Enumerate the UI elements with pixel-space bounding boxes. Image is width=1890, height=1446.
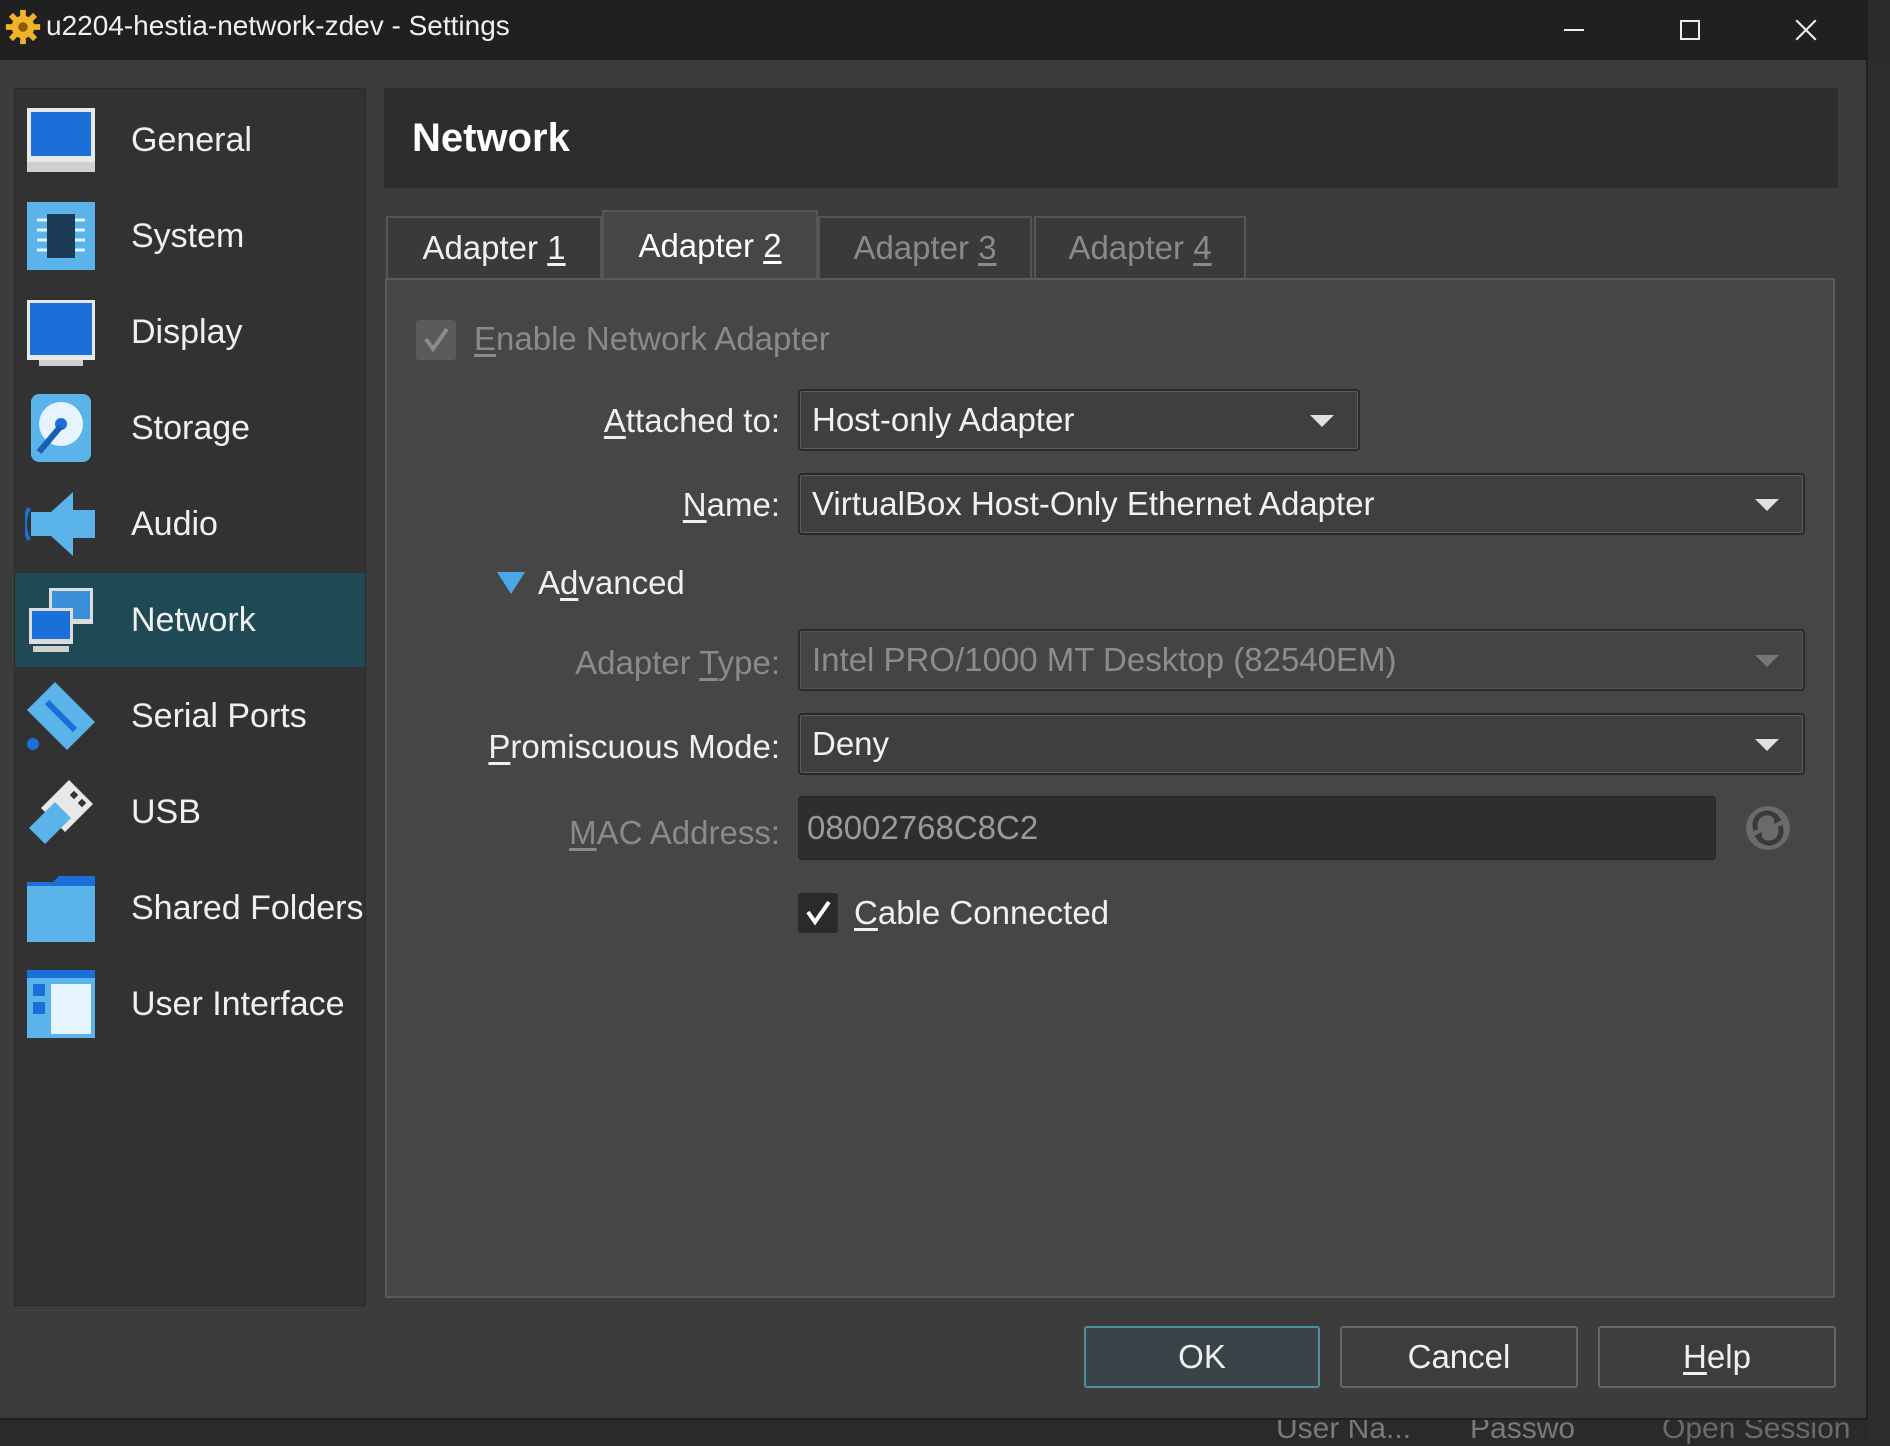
enable-adapter-checkbox[interactable]: [416, 320, 456, 360]
advanced-toggle[interactable]: Advanced: [496, 564, 685, 602]
sidebar-item-display[interactable]: Display: [15, 285, 365, 379]
sidebar-item-label: User Interface: [131, 984, 345, 1023]
chip-icon: [27, 202, 95, 270]
minimize-icon: [1564, 29, 1584, 31]
sidebar-item-serial-ports[interactable]: Serial Ports: [15, 669, 365, 763]
adapter-name-value: VirtualBox Host-Only Ethernet Adapter: [812, 485, 1375, 522]
settings-window: u2204-hestia-network-zdev - Settings Gen…: [0, 0, 1868, 1420]
chevron-down-icon: [1310, 415, 1334, 427]
disk-icon: [31, 394, 91, 462]
sidebar-item-general[interactable]: General: [15, 93, 365, 187]
adapter-type-select[interactable]: Intel PRO/1000 MT Desktop (82540EM): [798, 629, 1805, 691]
tab-label: Adapter 1: [422, 229, 566, 266]
tab-adapter-4[interactable]: Adapter 4: [1034, 216, 1246, 278]
tab-adapter-1[interactable]: Adapter 1: [386, 216, 602, 278]
close-icon: [1795, 19, 1817, 41]
checkmark-icon: [424, 327, 449, 353]
checkmark-icon: [806, 900, 831, 926]
tab-label: Adapter 2: [638, 227, 782, 264]
gear-icon: [5, 9, 41, 45]
sidebar-item-label: Serial Ports: [131, 696, 307, 735]
mac-address-label: MAC Address:: [569, 814, 780, 851]
maximize-icon: [1680, 20, 1700, 40]
settings-sidebar: General System Display Storage Audio Net…: [14, 88, 366, 1306]
sidebar-item-label: USB: [131, 792, 201, 831]
sidebar-item-label: Display: [131, 312, 243, 351]
network-icon: [29, 588, 93, 652]
promiscuous-mode-label: Promiscuous Mode:: [488, 728, 780, 765]
advanced-label: Advanced: [538, 564, 685, 601]
background-strip: User Na... Passwo Open Session: [0, 1412, 1890, 1445]
tab-label: Adapter 3: [853, 229, 997, 266]
promiscuous-mode-value: Deny: [812, 725, 890, 762]
attached-to-label: Attached to:: [603, 402, 780, 439]
refresh-icon: [1746, 806, 1790, 850]
tab-label: Adapter 4: [1068, 229, 1212, 266]
sidebar-item-user-interface[interactable]: User Interface: [15, 957, 365, 1051]
help-button[interactable]: Help: [1598, 1326, 1836, 1388]
folder-icon: [27, 876, 95, 942]
sidebar-item-label: Network: [131, 600, 256, 639]
adapter-name-select[interactable]: VirtualBox Host-Only Ethernet Adapter: [798, 473, 1805, 535]
chevron-down-icon: [1755, 655, 1779, 667]
sidebar-item-shared-folders[interactable]: Shared Folders: [15, 861, 365, 955]
adapter-type-value: Intel PRO/1000 MT Desktop (82540EM): [812, 641, 1397, 678]
chevron-down-icon: [1755, 739, 1779, 751]
adapter-type-label: Adapter Type:: [575, 644, 780, 681]
sidebar-item-label: System: [131, 216, 245, 255]
ok-button[interactable]: OK: [1084, 1326, 1320, 1388]
sidebar-item-network[interactable]: Network: [15, 573, 365, 667]
display-icon: [27, 300, 95, 366]
maximize-button[interactable]: [1632, 0, 1748, 60]
window-layout-icon: [27, 970, 95, 1038]
mac-address-input[interactable]: 08002768C8C2: [798, 796, 1716, 860]
help-button-label: Help: [1683, 1338, 1751, 1375]
triangle-down-icon: [497, 572, 525, 594]
window-title: u2204-hestia-network-zdev - Settings: [46, 10, 510, 41]
refresh-mac-button[interactable]: [1744, 804, 1792, 852]
sidebar-item-label: Audio: [131, 504, 218, 543]
minimize-button[interactable]: [1516, 0, 1632, 60]
sidebar-item-audio[interactable]: Audio: [15, 477, 365, 571]
tab-adapter-2[interactable]: Adapter 2: [602, 210, 818, 280]
cable-connected-label: Cable Connected: [854, 894, 1110, 931]
close-button[interactable]: [1748, 0, 1864, 60]
cable-connected-checkbox[interactable]: [798, 893, 838, 933]
sidebar-item-usb[interactable]: USB: [15, 765, 365, 859]
sidebar-item-label: Storage: [131, 408, 251, 447]
attached-to-value: Host-only Adapter: [812, 401, 1075, 438]
title-bar[interactable]: u2204-hestia-network-zdev - Settings: [0, 0, 1866, 60]
serial-port-icon: [27, 682, 95, 750]
name-label: Name:: [682, 486, 780, 523]
mac-address-value: 08002768C8C2: [807, 809, 1039, 846]
sidebar-item-label: Shared Folders: [131, 888, 364, 927]
sidebar-item-system[interactable]: System: [15, 189, 365, 283]
sidebar-item-label: General: [131, 120, 252, 159]
enable-adapter-label: Enable Network Adapter: [474, 320, 830, 357]
monitor-icon: [27, 108, 95, 172]
page-title: Network: [412, 116, 570, 160]
page-header: Network: [384, 88, 1838, 188]
attached-to-select[interactable]: Host-only Adapter: [798, 389, 1360, 451]
chevron-down-icon: [1755, 499, 1779, 511]
usb-icon: [29, 780, 93, 844]
sidebar-item-storage[interactable]: Storage: [15, 381, 365, 475]
background-scrollbar: [1868, 60, 1890, 1442]
tab-adapter-3[interactable]: Adapter 3: [818, 216, 1032, 278]
promiscuous-mode-select[interactable]: Deny: [798, 713, 1805, 775]
speaker-icon: [25, 492, 95, 556]
cancel-button[interactable]: Cancel: [1340, 1326, 1578, 1388]
